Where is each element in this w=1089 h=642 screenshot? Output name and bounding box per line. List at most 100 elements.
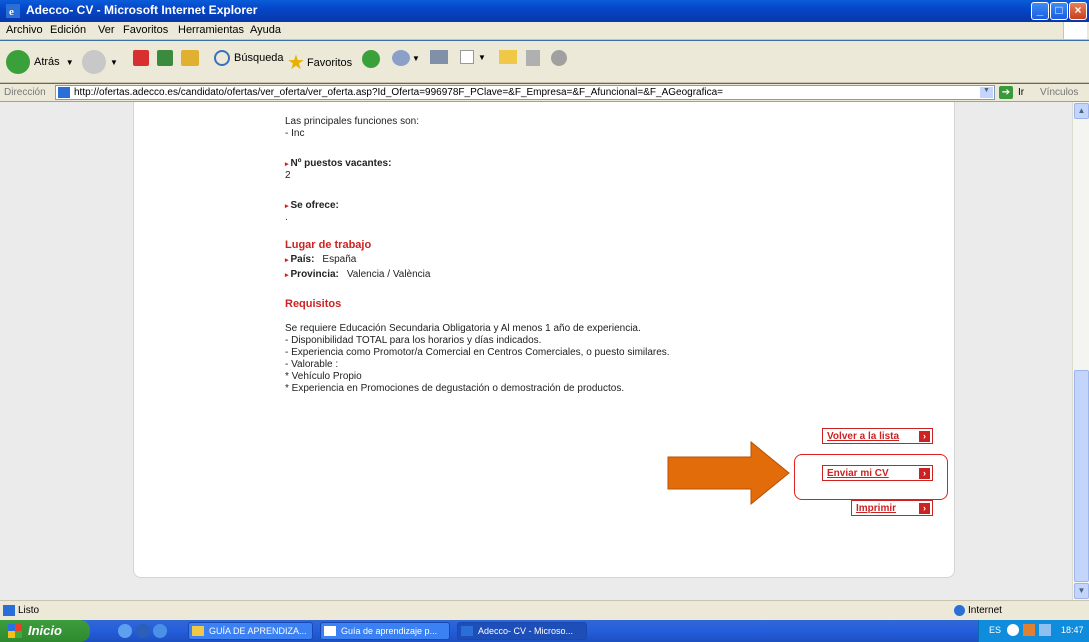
ofrece-value: . [285,212,288,223]
provincia-row: ▸ Provincia: Valencia / València [285,269,431,280]
task-label: Guía de aprendizaje p... [341,626,438,636]
imprimir-button[interactable]: Imprimir › [851,500,933,516]
menu-ver[interactable]: Ver [98,24,115,36]
menu-bar: Archivo Edición Ver Favoritos Herramient… [0,22,1089,40]
folder-icon [192,626,204,636]
vacantes-value: 2 [285,170,291,181]
volver-label: Volver a la lista [827,430,900,442]
task-guia-word[interactable]: Guía de aprendizaje p... [320,622,450,640]
window-title: Adecco- CV - Microsoft Internet Explorer [26,3,258,17]
go-arrow-icon[interactable]: ➔ [999,86,1013,99]
page-status-icon [3,605,15,616]
volver-button[interactable]: Volver a la lista › [822,428,933,444]
start-label: Inicio [28,623,62,638]
address-url: http://ofertas.adecco.es/candidato/ofert… [74,87,723,98]
messenger-icon [551,50,567,66]
highlight-box [794,454,948,500]
home-button[interactable] [181,50,199,66]
ofrece-label: ▸ Se ofrece: [285,200,339,211]
favorites-label: Favoritos [306,56,353,69]
tray-toggle-icon[interactable] [1007,624,1019,636]
pais-value: España [322,254,357,265]
refresh-button[interactable] [157,50,173,66]
requisito-line: * Experiencia en Promociones de degustac… [285,383,625,394]
ie-icon [461,626,473,636]
annotation-arrow-icon [667,441,790,505]
edit-button[interactable]: ▼ [460,50,486,64]
svg-text:e: e [9,6,14,18]
back-button[interactable]: Atrás ▼ [6,50,74,74]
menu-ayuda[interactable]: Ayuda [250,24,281,36]
chevron-down-icon[interactable]: ▼ [980,87,993,98]
address-input[interactable]: http://ofertas.adecco.es/candidato/ofert… [55,85,995,100]
scroll-thumb[interactable] [1074,370,1089,582]
requisito-line: - Disponibilidad TOTAL para los horarios… [285,335,542,346]
menu-herramientas[interactable]: Herramientas [178,24,244,36]
mail-button[interactable]: ▼ [392,50,420,66]
page-icon [58,87,70,98]
vertical-scrollbar[interactable]: ▲ ▼ [1072,102,1089,600]
funciones-item: - Inc [285,128,305,139]
stop-button[interactable] [133,50,149,66]
start-button[interactable]: Inicio [0,620,90,642]
toolbar: Atrás ▼ ▼ Búsqueda ★ Favoritos ▼ ▼ [0,41,1089,83]
status-text: Listo [18,605,40,616]
minimize-button[interactable]: _ [1031,2,1049,20]
provincia-label: Provincia: [290,269,339,280]
scroll-down-icon[interactable]: ▼ [1074,583,1089,599]
vacantes-label: ▸ Nº puestos vacantes: [285,158,392,169]
pais-row: ▸ País: España [285,254,357,265]
search-button[interactable]: Búsqueda [214,50,284,66]
task-guia-aprendiza[interactable]: GUÍA DE APRENDIZA... [188,622,313,640]
language-indicator[interactable]: ES [989,625,1001,635]
windows-logo-icon [1063,22,1087,39]
close-button[interactable]: × [1069,2,1087,20]
chevron-down-icon: ▼ [65,57,74,67]
system-tray: ES 18:47 [978,620,1089,642]
go-button[interactable]: Ir [1018,87,1024,98]
menu-archivo[interactable]: Archivo [6,24,43,36]
home-icon [181,50,199,66]
windows-logo-icon [8,624,22,638]
requisito-line: * Vehículo Propio [285,371,362,382]
ofrece-label-text: Se ofrece: [290,200,339,211]
history-button[interactable] [362,50,380,68]
taskbar: Inicio GUÍA DE APRENDIZA... Guía de apre… [0,620,1089,642]
forward-button[interactable]: ▼ [82,50,118,74]
clipped-text [285,102,288,107]
word-icon [460,50,474,64]
page-viewport: Las principales funciones son: - Inc ▸ Nº… [0,102,1072,600]
tray-network-icon[interactable] [1039,624,1051,636]
zone-text: Internet [968,605,1002,616]
imprimir-label: Imprimir [856,502,897,514]
quicklaunch-browser-icon[interactable] [153,624,167,638]
research-icon [526,50,540,66]
messenger-button[interactable] [551,50,567,66]
menu-edicion[interactable]: Edición [50,24,86,36]
requisito-line: - Experiencia como Promotor/a Comercial … [285,347,670,358]
forward-arrow-icon [82,50,106,74]
chevron-down-icon: ▼ [110,57,118,67]
menu-favoritos[interactable]: Favoritos [123,24,168,36]
back-arrow-icon [6,50,30,74]
lugar-title: Lugar de trabajo [285,239,372,251]
links-button[interactable]: Vínculos [1040,87,1078,98]
star-icon: ★ [287,52,305,74]
globe-icon [954,605,965,616]
tray-app-icon[interactable] [1023,624,1035,636]
clock: 18:47 [1061,625,1084,635]
scroll-up-icon[interactable]: ▲ [1074,103,1089,119]
quicklaunch-ie-icon[interactable] [118,624,132,638]
maximize-button[interactable]: □ [1050,2,1068,20]
vacantes-label-text: Nº puestos vacantes: [290,158,392,169]
favorites-button[interactable]: ★ Favoritos [287,50,352,75]
research-button[interactable] [526,50,540,66]
print-icon [430,50,448,64]
print-button[interactable] [430,50,448,64]
folder-button[interactable] [499,50,517,64]
address-bar: Dirección http://ofertas.adecco.es/candi… [0,84,1089,102]
pais-label: País: [290,254,315,265]
address-label: Dirección [4,87,46,98]
quicklaunch-mediaplayer-icon[interactable] [136,624,150,638]
task-adecco-ie[interactable]: Adecco- CV - Microso... [457,622,587,640]
